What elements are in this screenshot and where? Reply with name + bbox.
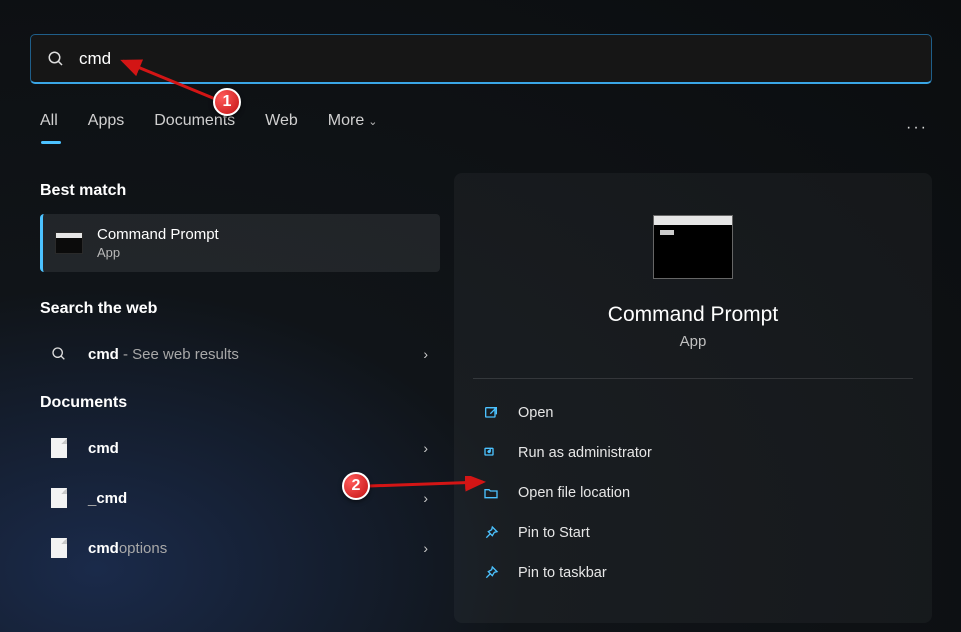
overflow-menu-button[interactable]: ··· — [903, 114, 931, 142]
filter-tabs: All Apps Documents Web More⌄ ··· — [40, 112, 931, 144]
shield-icon — [482, 444, 500, 462]
file-icon — [48, 438, 70, 458]
document-label: _cmd — [88, 490, 423, 507]
chevron-right-icon: › — [423, 540, 434, 556]
pin-icon — [482, 524, 500, 542]
tab-web[interactable]: Web — [265, 112, 298, 144]
folder-icon — [482, 484, 500, 502]
search-input[interactable] — [79, 49, 931, 69]
section-best-match: Best match — [40, 182, 440, 200]
best-match-title: Command Prompt — [97, 226, 219, 243]
action-label: Run as administrator — [518, 445, 652, 461]
command-prompt-icon-large — [653, 215, 733, 279]
search-icon — [48, 346, 70, 362]
best-match-item[interactable]: Command Prompt App — [40, 214, 440, 272]
search-bar[interactable] — [30, 34, 932, 84]
action-open-file-location[interactable]: Open file location — [472, 473, 914, 513]
web-result-item[interactable]: cmd - See web results › — [40, 332, 440, 376]
action-pin-to-start[interactable]: Pin to Start — [472, 513, 914, 553]
annotation-badge-2: 2 — [342, 472, 370, 500]
results-column: Best match Command Prompt App Search the… — [40, 182, 440, 576]
panel-subtitle: App — [680, 333, 707, 350]
action-pin-to-taskbar[interactable]: Pin to taskbar — [472, 553, 914, 593]
tab-apps[interactable]: Apps — [88, 112, 124, 144]
command-prompt-icon — [55, 232, 83, 254]
tab-all[interactable]: All — [40, 112, 58, 144]
document-label: cmd — [88, 440, 423, 457]
search-icon — [47, 50, 65, 68]
open-icon — [482, 404, 500, 422]
tab-more[interactable]: More⌄ — [328, 112, 378, 144]
chevron-down-icon: ⌄ — [368, 116, 377, 128]
document-item[interactable]: cmd › — [40, 426, 440, 470]
chevron-right-icon: › — [423, 490, 434, 506]
action-label: Open — [518, 405, 553, 421]
chevron-right-icon: › — [423, 440, 434, 456]
section-search-web: Search the web — [40, 300, 440, 318]
pin-icon — [482, 564, 500, 582]
file-icon — [48, 538, 70, 558]
best-match-subtitle: App — [97, 245, 219, 260]
document-label: cmdoptions — [88, 540, 423, 557]
divider — [473, 378, 913, 379]
action-run-as-administrator[interactable]: Run as administrator — [472, 433, 914, 473]
panel-title: Command Prompt — [608, 303, 778, 327]
action-open[interactable]: Open — [472, 393, 914, 433]
annotation-badge-1: 1 — [213, 88, 241, 116]
file-icon — [48, 488, 70, 508]
document-item[interactable]: _cmd › — [40, 476, 440, 520]
section-documents: Documents — [40, 394, 440, 412]
document-item[interactable]: cmdoptions › — [40, 526, 440, 570]
chevron-right-icon: › — [423, 346, 434, 362]
details-panel: Command Prompt App Open Run as administr… — [454, 173, 932, 623]
tab-documents[interactable]: Documents — [154, 112, 235, 144]
web-result-label: cmd - See web results — [88, 346, 423, 363]
action-label: Open file location — [518, 485, 630, 501]
action-label: Pin to taskbar — [518, 565, 607, 581]
action-label: Pin to Start — [518, 525, 590, 541]
